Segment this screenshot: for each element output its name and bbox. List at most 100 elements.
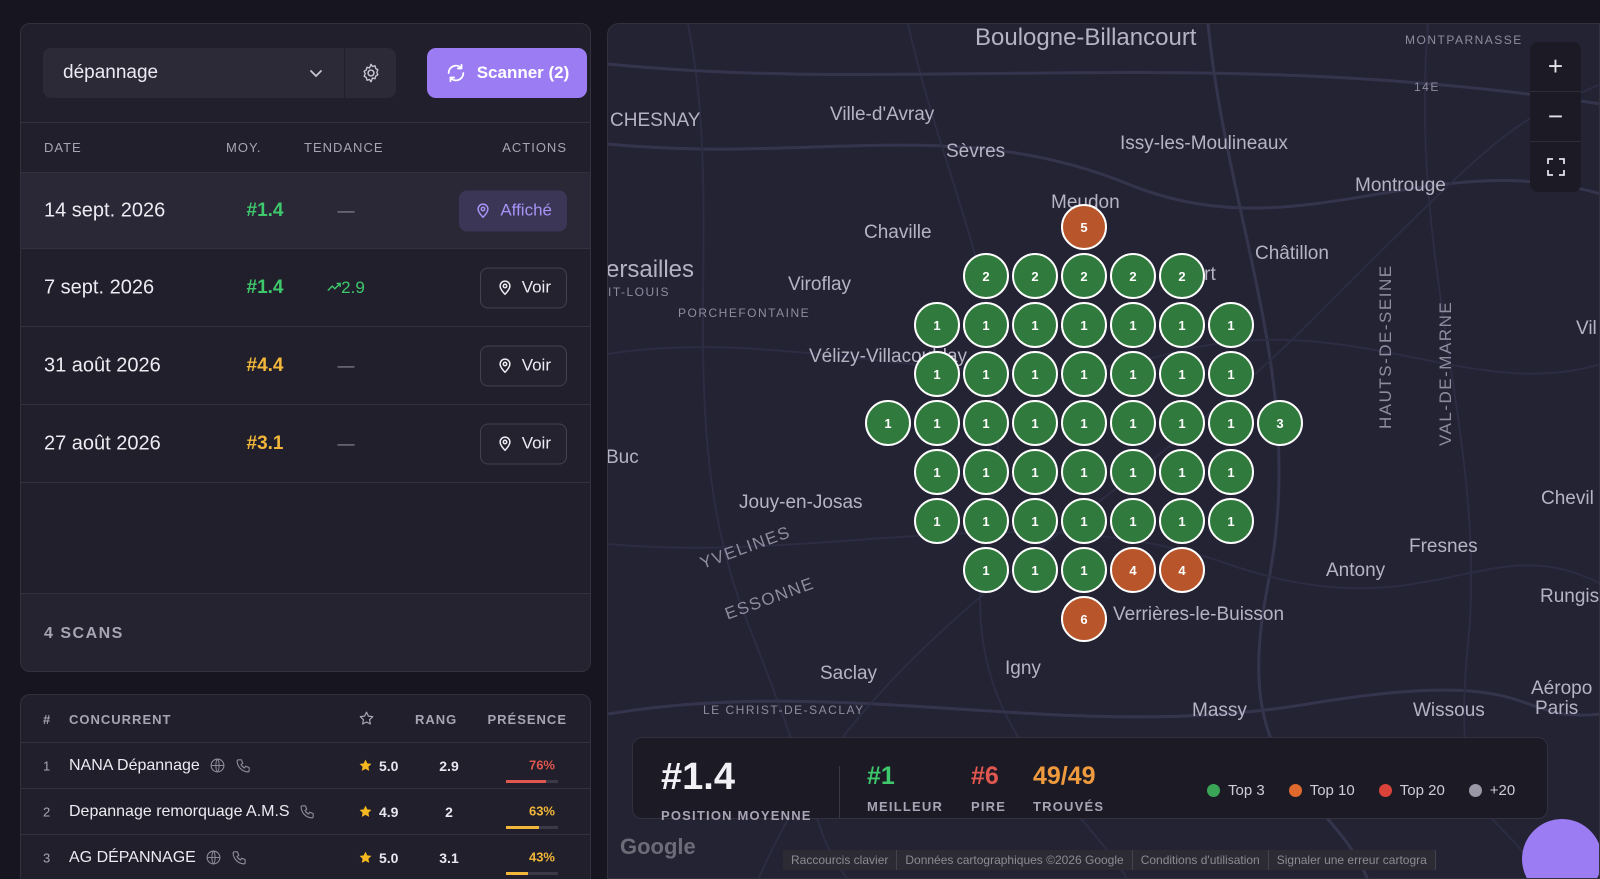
rank-pin[interactable]: 1 (1208, 302, 1254, 348)
rank-pin[interactable]: 1 (1012, 449, 1058, 495)
scan-row[interactable]: 7 sept. 2026 #1.4 2.9 Voir (21, 249, 590, 327)
competitor-num: 3 (43, 850, 51, 865)
rank-pin[interactable]: 1 (963, 302, 1009, 348)
rank-pin[interactable]: 1 (963, 400, 1009, 446)
scan-trend: — (306, 356, 386, 376)
rank-pin[interactable]: 1 (1110, 302, 1156, 348)
view-button[interactable]: Voir (479, 423, 567, 464)
rank-pin[interactable]: 1 (914, 400, 960, 446)
rank-pin[interactable]: 1 (963, 449, 1009, 495)
scan-button[interactable]: Scanner (2) (427, 48, 587, 98)
rank-pin[interactable]: 1 (963, 498, 1009, 544)
phone-icon[interactable] (235, 757, 252, 774)
competitor-rank: 2 (445, 803, 453, 820)
place-label: Jouy-en-Josas (739, 492, 863, 513)
rank-pin[interactable]: 6 (1061, 596, 1107, 642)
rank-pin[interactable]: 1 (1110, 351, 1156, 397)
rank-pin[interactable]: 1 (963, 547, 1009, 593)
phone-icon[interactable] (231, 849, 248, 866)
rank-pin[interactable]: 1 (1061, 302, 1107, 348)
competitor-row[interactable]: 3 AG DÉPANNAGE 5.0 3.1 43% (21, 835, 590, 879)
scan-trend: — (306, 434, 386, 454)
rank-pin[interactable]: 1 (1012, 400, 1058, 446)
attribution-link[interactable]: Signaler une erreur cartogra (1268, 850, 1436, 870)
rank-pin[interactable]: 1 (1061, 351, 1107, 397)
attribution-link[interactable]: Raccourcis clavier (783, 850, 898, 870)
rank-pin[interactable]: 4 (1159, 547, 1205, 593)
attribution-link[interactable]: Conditions d'utilisation (1132, 850, 1269, 870)
competitor-row[interactable]: 2 Depannage remorquage A.M.S 4.9 2 63% (21, 789, 590, 835)
rank-pin[interactable]: 1 (914, 302, 960, 348)
rank-pin[interactable]: 2 (1159, 253, 1205, 299)
rank-pin[interactable]: 2 (963, 253, 1009, 299)
average-position: #1.4 (661, 756, 735, 798)
rank-pin[interactable]: 1 (914, 351, 960, 397)
rank-pin[interactable]: 1 (1110, 449, 1156, 495)
view-button[interactable]: Voir (479, 345, 567, 386)
scan-average: #3.1 (246, 432, 284, 454)
rank-pin[interactable]: 1 (1208, 400, 1254, 446)
place-label: Chevil (1541, 488, 1594, 509)
rank-pin[interactable]: 1 (1061, 547, 1107, 593)
rank-pin[interactable]: 1 (963, 351, 1009, 397)
rank-pin[interactable]: 1 (1012, 547, 1058, 593)
shown-button[interactable]: Affiché (459, 190, 567, 231)
keyword-select[interactable]: dépannage (43, 48, 344, 98)
rank-pin[interactable]: 1 (1159, 302, 1205, 348)
rank-pin[interactable]: 1 (914, 449, 960, 495)
attribution-link[interactable]: Données cartographiques ©2026 Google (897, 850, 1133, 870)
legend-label: Top 10 (1309, 782, 1355, 799)
phone-icon[interactable] (299, 803, 316, 820)
zoom-out-button[interactable]: − (1530, 92, 1581, 142)
rank-pin[interactable]: 1 (865, 400, 911, 446)
rank-pin[interactable]: 3 (1257, 400, 1303, 446)
scan-average: #1.4 (246, 276, 284, 298)
rank-pin[interactable]: 1 (1208, 449, 1254, 495)
settings-button[interactable] (345, 48, 396, 98)
presence-bar (506, 872, 558, 875)
rank-pin[interactable]: 2 (1061, 253, 1107, 299)
globe-icon[interactable] (209, 757, 226, 774)
scans-table-body: 14 sept. 2026 #1.4 — Affiché 7 sept. 202… (21, 173, 590, 483)
rank-pin[interactable]: 1 (1159, 351, 1205, 397)
rank-pin[interactable]: 5 (1061, 204, 1107, 250)
rank-pin[interactable]: 1 (914, 498, 960, 544)
rank-pin[interactable]: 1 (1061, 498, 1107, 544)
competitor-row[interactable]: 1 NANA Dépannage 5.0 2.9 76% (21, 743, 590, 789)
rank-pin[interactable]: 1 (1110, 498, 1156, 544)
refresh-icon (447, 63, 464, 83)
rank-pin[interactable]: 2 (1110, 253, 1156, 299)
scan-row[interactable]: 31 août 2026 #4.4 — Voir (21, 327, 590, 405)
rank-pin[interactable]: 1 (1208, 498, 1254, 544)
place-label: Massy (1192, 700, 1247, 721)
rank-pin[interactable]: 1 (1061, 449, 1107, 495)
rank-pin[interactable]: 1 (1159, 400, 1205, 446)
rank-pin[interactable]: 1 (1012, 498, 1058, 544)
scan-row[interactable]: 14 sept. 2026 #1.4 — Affiché (21, 173, 590, 249)
place-label: Aéropo (1531, 678, 1593, 699)
rank-pin[interactable]: 1 (1159, 449, 1205, 495)
rank-pin[interactable]: 1 (1012, 351, 1058, 397)
rank-pin[interactable]: 1 (1012, 302, 1058, 348)
competitor-num: 1 (43, 758, 51, 773)
legend-item: Top 10 (1288, 782, 1355, 799)
found-value: 49/49 (1033, 762, 1096, 790)
trend-value: — (337, 200, 355, 220)
rank-pin[interactable]: 1 (1208, 351, 1254, 397)
map[interactable]: Boulogne-Billancourt MONTPARNASSE 14E CHESN… (607, 23, 1600, 879)
found-label: TROUVÉS (1033, 799, 1105, 814)
scan-row[interactable]: 27 août 2026 #3.1 — Voir (21, 405, 590, 483)
rank-pin[interactable]: 1 (1159, 498, 1205, 544)
zoom-in-button[interactable]: + (1530, 42, 1581, 92)
competitor-presence: 43% (528, 849, 555, 865)
rank-pin[interactable]: 2 (1012, 253, 1058, 299)
rank-pin[interactable]: 1 (1110, 400, 1156, 446)
fullscreen-button[interactable] (1530, 142, 1581, 192)
place-label: Rungis (1540, 586, 1600, 607)
best-stat: #1 MEILLEUR (867, 762, 943, 814)
rank-pin[interactable]: 4 (1110, 547, 1156, 593)
globe-icon[interactable] (205, 849, 222, 866)
view-button[interactable]: Voir (479, 267, 567, 308)
rank-pin[interactable]: 1 (1061, 400, 1107, 446)
scan-toolbar: dépannage Scanner (2) (21, 24, 590, 123)
